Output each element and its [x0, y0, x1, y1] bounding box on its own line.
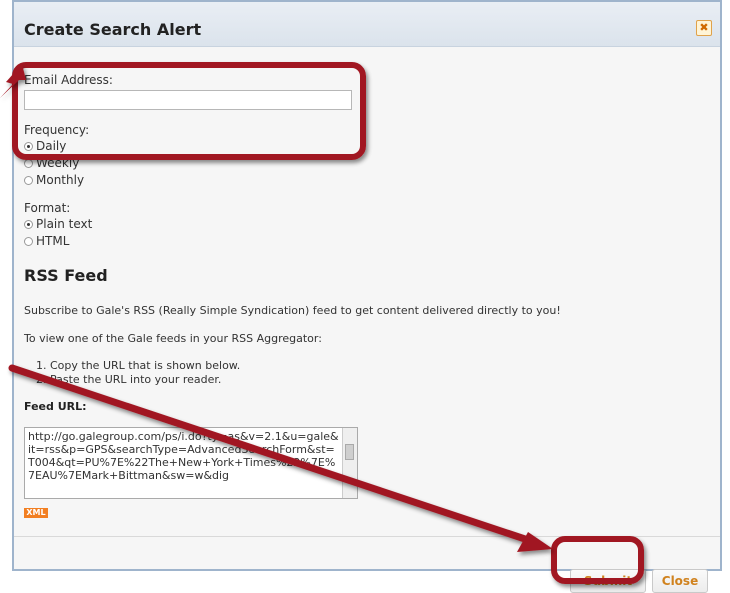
frequency-option-monthly[interactable]: Monthly	[24, 173, 84, 187]
radio-weekly[interactable]	[24, 158, 33, 168]
frequency-option-label: Monthly	[36, 173, 85, 187]
create-search-alert-dialog: Create Search Alert ✖ Email Address: Fre…	[12, 0, 722, 593]
textarea-scrollbar[interactable]	[342, 428, 357, 498]
frequency-option-label: Daily	[36, 139, 67, 153]
dialog-content: Email Address: Frequency: Daily Weekly M…	[14, 46, 720, 593]
format-option-plain-text[interactable]: Plain text	[24, 217, 92, 231]
dialog-titlebar: Create Search Alert ✖	[14, 2, 720, 47]
frequency-option-label: Weekly	[36, 156, 80, 170]
email-label: Email Address:	[24, 73, 113, 87]
radio-daily[interactable]	[24, 141, 33, 151]
footer-divider	[14, 536, 720, 537]
rss-instructions-lead: To view one of the Gale feeds in your RS…	[24, 332, 322, 345]
frequency-option-daily[interactable]: Daily	[24, 139, 66, 153]
format-option-label: HTML	[36, 234, 70, 248]
format-option-html[interactable]: HTML	[24, 234, 69, 248]
radio-html[interactable]	[24, 236, 33, 246]
radio-plain-text[interactable]	[24, 219, 33, 229]
submit-button[interactable]: Submit	[570, 569, 646, 593]
close-icon[interactable]: ✖	[696, 20, 712, 36]
xml-feed-icon[interactable]: XML	[24, 508, 48, 518]
scrollbar-thumb[interactable]	[345, 444, 354, 460]
rss-step-2: 2. Paste the URL into your reader.	[36, 373, 222, 386]
close-button[interactable]: Close	[652, 569, 708, 593]
format-option-label: Plain text	[36, 217, 93, 231]
feed-url-textarea[interactable]: http://go.galegroup.com/ps/i.do?ty=as&v=…	[24, 427, 358, 499]
rss-step-1: 1. Copy the URL that is shown below.	[36, 359, 241, 372]
frequency-option-weekly[interactable]: Weekly	[24, 156, 79, 170]
rss-intro-text: Subscribe to Gale's RSS (Really Simple S…	[24, 304, 561, 317]
radio-monthly[interactable]	[24, 175, 33, 185]
dialog-title: Create Search Alert	[24, 20, 202, 39]
rss-feed-heading: RSS Feed	[24, 266, 108, 285]
feed-url-text: http://go.galegroup.com/ps/i.do?ty=as&v=…	[28, 430, 339, 482]
frequency-label: Frequency:	[24, 123, 90, 137]
format-label: Format:	[24, 201, 71, 215]
feed-url-label: Feed URL:	[24, 400, 87, 413]
email-field[interactable]	[24, 90, 352, 110]
